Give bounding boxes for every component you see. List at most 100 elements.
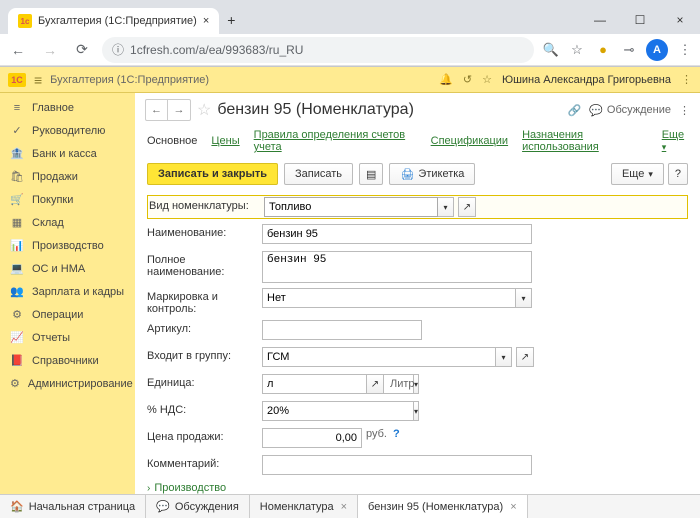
discuss-label: Обсуждение [607,104,671,116]
sidebar-item-admin[interactable]: ⚙Администрирование [0,372,135,395]
close-window-button[interactable]: × [660,6,700,34]
vat-input[interactable] [262,401,414,421]
save-button[interactable]: Записать [284,163,353,185]
help-icon[interactable]: ? [393,428,400,440]
btab-item[interactable]: бензин 95 (Номенклатура)× [358,495,528,518]
sidebar-item-reports[interactable]: 📈Отчеты [0,326,135,349]
maximize-button[interactable]: ☐ [620,6,660,34]
close-icon[interactable]: × [203,15,209,27]
price-input[interactable] [262,428,362,448]
browser-menu-icon[interactable]: ⋮ [676,41,694,59]
sidebar-item-purchases[interactable]: 🛒Покупки [0,188,135,211]
sidebar-item-manager[interactable]: ✓Руководителю [0,119,135,142]
marking-input[interactable] [262,288,516,308]
dropdown-icon[interactable]: ▾ [414,374,419,394]
app-menu-icon[interactable]: ⋮ [681,73,692,86]
kind-input[interactable] [264,197,438,217]
sidebar-item-assets[interactable]: 💻ОС и НМА [0,257,135,280]
row-kind: Вид номенклатуры: ▾ ↗ [147,195,688,219]
row-unit: Единица: ▾ ↗ Литр [147,374,688,396]
label-button[interactable]: 🖨Этикетка [389,163,475,185]
reload-button[interactable]: ⟳ [70,38,94,62]
row-group: Входит в группу: ▾ ↗ [147,347,688,369]
gear-icon: ⚙ [10,308,24,321]
sidebar-item-operations[interactable]: ⚙ Операции [0,303,135,326]
sidebar-item-hr[interactable]: 👥Зарплата и кадры [0,280,135,303]
monitor-icon: 💻 [10,262,24,275]
sidebar-item-label: Операции [32,309,83,321]
dropdown-icon[interactable]: ▾ [414,401,419,421]
group-label: Входит в группу: [147,347,262,362]
star-icon[interactable]: ☆ [568,41,586,59]
tab-prices[interactable]: Цены [211,135,239,147]
file-icon: ▤ [366,168,376,181]
nav-fwd-button[interactable]: → [168,100,190,120]
file-button[interactable]: ▤ [359,163,383,185]
open-ref-button[interactable]: ↗ [366,374,384,394]
discuss-button[interactable]: 💬 Обсуждение [589,104,671,117]
forward-button[interactable]: → [38,38,62,62]
new-tab-button[interactable]: + [219,6,243,34]
favorite-star-icon[interactable]: ☆ [197,100,211,120]
sidebar-item-production[interactable]: 📊Производство [0,234,135,257]
open-ref-button[interactable]: ↗ [516,347,534,367]
header-menu-icon[interactable]: ⋮ [679,104,690,117]
chevron-right-icon: › [147,483,150,494]
sidebar-item-label: Главное [32,102,74,114]
close-icon[interactable]: × [510,501,516,513]
group-input[interactable] [262,347,496,367]
row-vat: % НДС: ▾ [147,401,688,423]
save-close-button[interactable]: Записать и закрыть [147,163,278,185]
search-icon[interactable]: 🔍 [542,41,560,59]
sidebar-item-sales[interactable]: 🛍Продажи [0,165,135,188]
toolbar: Записать и закрыть Записать ▤ 🖨Этикетка … [135,159,700,189]
tab-main[interactable]: Основное [147,135,197,147]
more-button[interactable]: Еще [611,163,664,185]
key-icon[interactable]: ⊸ [620,41,638,59]
sidebar-item-main[interactable]: ≡ Главное [0,97,135,119]
address-bar[interactable]: ⓘ 1cfresh.com/a/ea/993683/ru_RU [102,37,534,63]
back-button[interactable]: ← [6,38,30,62]
tab-usage[interactable]: Назначения использования [522,129,648,153]
sidebar-item-bank[interactable]: 🏦Банк и касса [0,142,135,165]
user-name[interactable]: Юшина Александра Григорьевна [502,74,671,86]
row-fullname: Полное наименование: бензин 95 [147,251,688,283]
tab-more[interactable]: Еще [662,129,688,153]
comment-input[interactable] [262,455,532,475]
tab-row: 1c Бухгалтерия (1С:Предприятие) × + — ☐ … [0,0,700,34]
bottom-bar: 🏠Начальная страница 💬Обсуждения Номенкла… [0,494,700,518]
bell-icon[interactable]: 🔔 [439,73,453,86]
sidebar-item-warehouse[interactable]: ▦Склад [0,211,135,234]
tab-specs[interactable]: Спецификации [431,135,508,147]
dropdown-icon[interactable]: ▾ [496,347,512,367]
dropdown-icon[interactable]: ▾ [516,288,532,308]
expand-label: Производство [154,482,226,494]
content: ← → ☆ бензин 95 (Номенклатура) 🔗 💬 Обсуж… [135,93,700,494]
fullname-input[interactable]: бензин 95 [262,251,532,283]
link-icon[interactable]: 🔗 [568,104,582,117]
name-input[interactable] [262,224,532,244]
open-ref-button[interactable]: ↗ [458,197,476,217]
report-icon: 📈 [10,331,24,344]
tab-accounts[interactable]: Правила определения счетов учета [254,129,417,153]
minimize-button[interactable]: — [580,6,620,34]
unit-text: Литр [390,378,415,390]
nav-back-button[interactable]: ← [146,100,168,120]
browser-tab[interactable]: 1c Бухгалтерия (1С:Предприятие) × [8,8,219,34]
expand-production[interactable]: › Производство [147,482,688,494]
btab-discuss[interactable]: 💬Обсуждения [146,495,250,518]
article-input[interactable] [262,320,422,340]
menu-icon: ≡ [10,102,24,114]
avatar[interactable]: А [646,39,668,61]
sidebar-item-label: Справочники [32,355,99,367]
btab-home[interactable]: 🏠Начальная страница [0,495,146,518]
sidebar-item-catalogs[interactable]: 📕Справочники [0,349,135,372]
ext-1c-icon[interactable]: ● [594,41,612,59]
burger-icon[interactable]: ≡ [34,72,42,88]
favorite-icon[interactable]: ☆ [482,73,492,86]
help-button[interactable]: ? [668,163,688,185]
btab-nomenclature[interactable]: Номенклатура× [250,495,358,518]
close-icon[interactable]: × [341,501,347,513]
dropdown-icon[interactable]: ▾ [438,197,454,217]
history-icon[interactable]: ↺ [463,73,472,86]
